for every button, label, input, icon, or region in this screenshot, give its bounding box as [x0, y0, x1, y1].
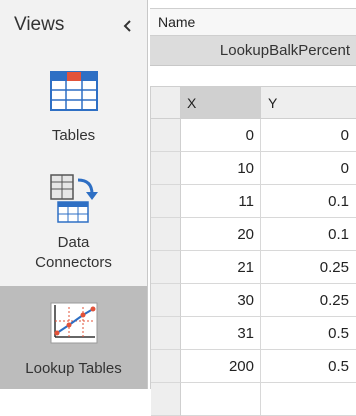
x-cell[interactable]: 31	[181, 317, 261, 350]
row-header[interactable]	[151, 218, 181, 251]
table-row	[151, 383, 356, 416]
nav-item-tables[interactable]: Tables	[0, 55, 147, 155]
lookup-table-editor: Name LookupBalkPercent X Y 0 0 10 0 11 0…	[148, 0, 356, 416]
row-header[interactable]	[151, 185, 181, 218]
y-cell[interactable]: 0.1	[261, 185, 356, 218]
y-cell[interactable]: 0.5	[261, 350, 356, 383]
x-cell[interactable]: 200	[181, 350, 261, 383]
row-header[interactable]	[151, 383, 181, 416]
row-header[interactable]	[151, 350, 181, 383]
row-header[interactable]	[151, 119, 181, 152]
xy-grid: X Y 0 0 10 0 11 0.1 20 0.1 21 0.25 30 0.…	[150, 86, 356, 416]
table-row: 20 0.1	[151, 218, 356, 251]
column-header-y[interactable]: Y	[261, 87, 356, 119]
y-cell[interactable]: 0	[261, 119, 356, 152]
data-connector-icon	[50, 174, 98, 223]
x-cell[interactable]: 0	[181, 119, 261, 152]
grid-corner-cell[interactable]	[151, 87, 181, 119]
table-row: 30 0.25	[151, 284, 356, 317]
grid-header-row: X Y	[151, 87, 356, 119]
x-cell[interactable]: 20	[181, 218, 261, 251]
table-row: 0 0	[151, 119, 356, 152]
table-icon	[50, 71, 98, 111]
nav-item-lookup-tables[interactable]: Lookup Tables	[0, 286, 147, 389]
name-column-header: Name	[150, 8, 356, 36]
nav-item-label: Data	[57, 234, 90, 251]
y-cell[interactable]: 0.5	[261, 317, 356, 350]
row-header[interactable]	[151, 251, 181, 284]
y-cell[interactable]	[261, 383, 356, 416]
table-row: 10 0	[151, 152, 356, 185]
views-panel: Views Tables Data Connectors Lookup Tabl…	[0, 0, 148, 389]
x-cell[interactable]: 11	[181, 185, 261, 218]
y-cell[interactable]: 0.1	[261, 218, 356, 251]
x-cell[interactable]	[181, 383, 261, 416]
nav-item-data-connectors[interactable]: Data Connectors	[0, 160, 147, 280]
views-header: Views	[0, 0, 147, 50]
lookup-name-cell[interactable]: LookupBalkPercent	[150, 36, 356, 66]
row-header[interactable]	[151, 152, 181, 185]
table-row: 200 0.5	[151, 350, 356, 383]
row-header[interactable]	[151, 317, 181, 350]
x-cell[interactable]: 21	[181, 251, 261, 284]
column-header-x[interactable]: X	[181, 87, 261, 119]
y-cell[interactable]: 0.25	[261, 284, 356, 317]
y-cell[interactable]: 0	[261, 152, 356, 185]
nav-item-label: Lookup Tables	[25, 360, 122, 377]
nav-item-label: Tables	[51, 127, 96, 144]
x-cell[interactable]: 30	[181, 284, 261, 317]
row-header[interactable]	[151, 284, 181, 317]
table-row: 31 0.5	[151, 317, 356, 350]
lookup-chart-icon	[50, 302, 98, 344]
chevron-left-icon	[123, 20, 131, 32]
table-row: 11 0.1	[151, 185, 356, 218]
x-cell[interactable]: 10	[181, 152, 261, 185]
views-title: Views	[14, 14, 65, 35]
collapse-panel-button[interactable]	[117, 15, 139, 37]
nav-item-label: Connectors	[35, 254, 112, 271]
table-row: 21 0.25	[151, 251, 356, 284]
y-cell[interactable]: 0.25	[261, 251, 356, 284]
